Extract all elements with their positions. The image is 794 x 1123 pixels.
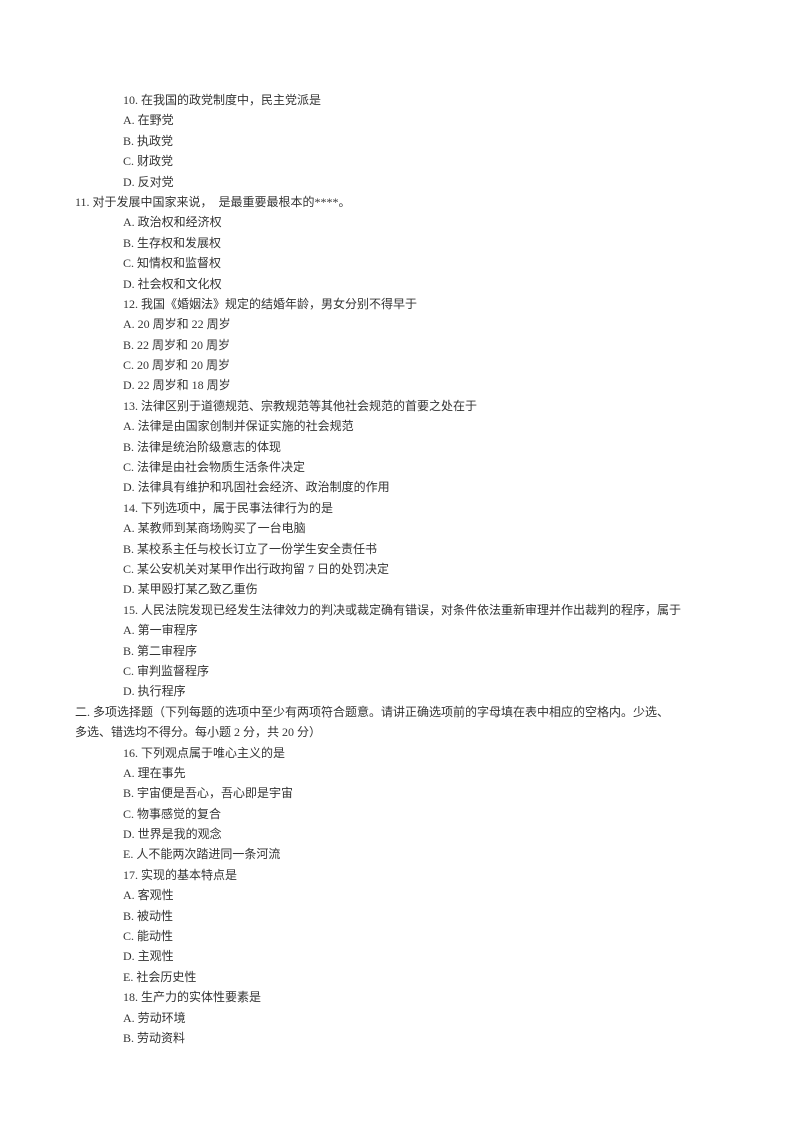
text-line: C. 20 周岁和 20 周岁 — [75, 355, 719, 375]
text-line: A. 法律是由国家创制并保证实施的社会规范 — [75, 416, 719, 436]
text-line: 多选、错选均不得分。每小题 2 分，共 20 分） — [75, 722, 719, 742]
document-body: 10. 在我国的政党制度中，民主党派是A. 在野党B. 执政党C. 财政党D. … — [75, 90, 719, 1048]
text-line: E. 社会历史性 — [75, 967, 719, 987]
text-line: B. 执政党 — [75, 131, 719, 151]
text-line: D. 世界是我的观念 — [75, 824, 719, 844]
text-line: 14. 下列选项中，属于民事法律行为的是 — [75, 498, 719, 518]
text-line: D. 主观性 — [75, 946, 719, 966]
text-line: 10. 在我国的政党制度中，民主党派是 — [75, 90, 719, 110]
text-line: B. 被动性 — [75, 906, 719, 926]
text-line: 11. 对于发展中国家来说， 是最重要最根本的****。 — [75, 192, 719, 212]
text-line: C. 物事感觉的复合 — [75, 804, 719, 824]
text-line: B. 第二审程序 — [75, 641, 719, 661]
text-line: B. 宇宙便是吾心，吾心即是宇宙 — [75, 783, 719, 803]
text-line: 16. 下列观点属于唯心主义的是 — [75, 743, 719, 763]
text-line: A. 在野党 — [75, 110, 719, 130]
text-line: A. 劳动环境 — [75, 1008, 719, 1028]
text-line: C. 法律是由社会物质生活条件决定 — [75, 457, 719, 477]
text-line: C. 财政党 — [75, 151, 719, 171]
text-line: 15. 人民法院发现已经发生法律效力的判决或裁定确有错误，对条件依法重新审理并作… — [75, 600, 719, 620]
text-line: B. 生存权和发展权 — [75, 233, 719, 253]
text-line: D. 某甲殴打某乙致乙重伤 — [75, 579, 719, 599]
text-line: D. 22 周岁和 18 周岁 — [75, 375, 719, 395]
text-line: D. 法律具有维护和巩固社会经济、政治制度的作用 — [75, 477, 719, 497]
text-line: 13. 法律区别于道德规范、宗教规范等其他社会规范的首要之处在于 — [75, 396, 719, 416]
text-line: A. 20 周岁和 22 周岁 — [75, 314, 719, 334]
text-line: C. 审判监督程序 — [75, 661, 719, 681]
text-line: A. 第一审程序 — [75, 620, 719, 640]
text-line: B. 22 周岁和 20 周岁 — [75, 335, 719, 355]
text-line: B. 劳动资料 — [75, 1028, 719, 1048]
text-line: D. 反对党 — [75, 172, 719, 192]
text-line: 二. 多项选择题（下列每题的选项中至少有两项符合题意。请讲正确选项前的字母填在表… — [75, 702, 719, 722]
text-line: C. 知情权和监督权 — [75, 253, 719, 273]
text-line: A. 客观性 — [75, 885, 719, 905]
text-line: A. 政治权和经济权 — [75, 212, 719, 232]
text-line: D. 执行程序 — [75, 681, 719, 701]
text-line: C. 能动性 — [75, 926, 719, 946]
text-line: 18. 生产力的实体性要素是 — [75, 987, 719, 1007]
text-line: C. 某公安机关对某甲作出行政拘留 7 日的处罚决定 — [75, 559, 719, 579]
text-line: E. 人不能两次踏进同一条河流 — [75, 844, 719, 864]
text-line: B. 某校系主任与校长订立了一份学生安全责任书 — [75, 539, 719, 559]
text-line: A. 某教师到某商场购买了一台电脑 — [75, 518, 719, 538]
text-line: D. 社会权和文化权 — [75, 274, 719, 294]
text-line: A. 理在事先 — [75, 763, 719, 783]
text-line: B. 法律是统治阶级意志的体现 — [75, 437, 719, 457]
text-line: 12. 我国《婚姻法》规定的结婚年龄，男女分别不得早于 — [75, 294, 719, 314]
text-line: 17. 实现的基本特点是 — [75, 865, 719, 885]
